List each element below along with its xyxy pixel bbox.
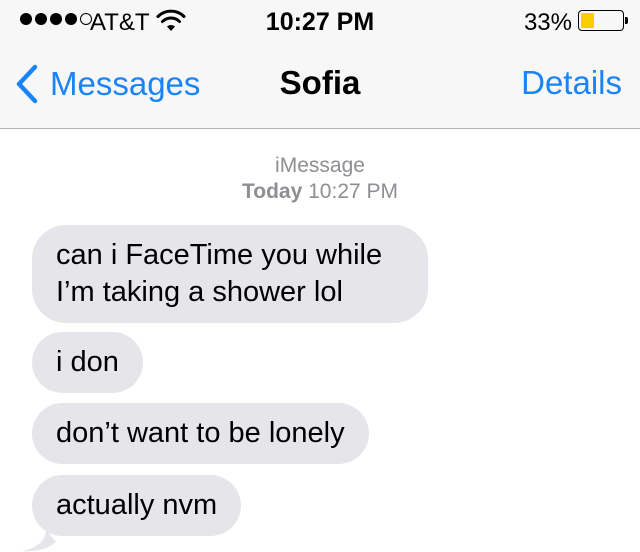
message-bubble[interactable]: can i FaceTime you while I’m taking a sh… [32, 225, 428, 323]
timestamp-day: Today [241, 180, 303, 203]
message-bubble[interactable]: don’t want to be lonely [32, 403, 369, 464]
bubble-tail [22, 530, 56, 552]
message-text: can i FaceTime you while I’m taking a sh… [56, 239, 383, 308]
message-thread[interactable]: iMessage Today 10:27 PM can i FaceTime y… [0, 129, 640, 552]
message-timestamp: Today 10:27 PM [0, 179, 640, 205]
back-button[interactable]: Messages [14, 64, 200, 104]
service-label: iMessage [275, 154, 365, 177]
status-bar: AT&T 10:27 PM 33% [0, 0, 640, 42]
back-button-label: Messages [50, 65, 201, 102]
message-text: actually nvm [56, 489, 218, 521]
battery-fill [581, 13, 595, 28]
details-button[interactable]: Details [521, 64, 622, 102]
top-chrome: AT&T 10:27 PM 33% Messages Sofia Details [0, 0, 640, 129]
timestamp-time: 10:27 PM [308, 180, 399, 203]
navigation-bar: Messages Sofia Details [0, 42, 640, 128]
battery-icon [578, 10, 624, 31]
message-bubble[interactable]: i don [32, 332, 143, 393]
battery-percentage: 33% [523, 9, 572, 36]
battery-tip [625, 17, 628, 24]
message-text: don’t want to be lonely [56, 417, 345, 449]
chevron-left-icon [16, 64, 38, 104]
message-bubble[interactable]: actually nvm [32, 475, 242, 536]
message-text: i don [56, 346, 119, 378]
